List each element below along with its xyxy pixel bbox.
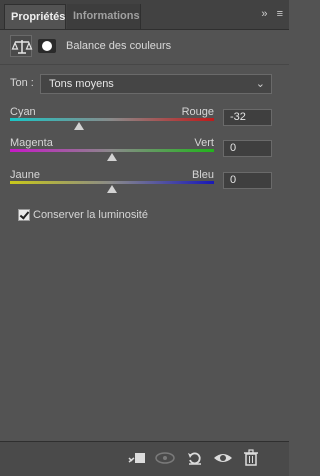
slider-left-label: Magenta xyxy=(10,137,53,149)
properties-panel: Propriétés Informations » ≡ Balance des … xyxy=(0,0,289,476)
layer-mask-icon[interactable] xyxy=(38,39,56,53)
balance-scale-icon xyxy=(11,40,33,54)
bottom-toolbar xyxy=(0,441,289,476)
magenta-green-thumb[interactable] xyxy=(107,153,117,161)
reset-icon[interactable] xyxy=(184,448,206,468)
preserve-luminosity-checkbox[interactable] xyxy=(18,209,30,221)
trash-icon[interactable] xyxy=(240,448,262,468)
visibility-eye-icon[interactable] xyxy=(212,448,234,468)
chevron-down-icon: ⌄ xyxy=(255,78,265,90)
yellow-blue-value-input[interactable]: 0 xyxy=(223,172,272,189)
yellow-blue-thumb[interactable] xyxy=(107,185,117,193)
collapse-panel-button[interactable]: » xyxy=(261,8,267,20)
view-previous-state-icon[interactable] xyxy=(154,448,176,468)
slider-left-label: Cyan xyxy=(10,106,36,118)
yellow-blue-slider-block: Jaune Bleu 0 xyxy=(10,169,280,205)
tab-controls: » ≡ xyxy=(255,8,283,20)
tone-value: Tons moyens xyxy=(49,78,114,90)
magenta-green-value-input[interactable]: 0 xyxy=(223,140,272,157)
clip-to-layer-icon[interactable] xyxy=(126,448,148,468)
cyan-red-value-input[interactable]: -32 xyxy=(223,109,272,126)
slider-right-label: Vert xyxy=(194,137,214,149)
adjustment-header: Balance des couleurs xyxy=(0,30,289,65)
tone-row: Ton : Tons moyens ⌄ xyxy=(10,74,275,94)
slider-right-label: Rouge xyxy=(181,106,214,118)
tab-proprietes[interactable]: Propriétés xyxy=(4,4,66,29)
cyan-red-track[interactable] xyxy=(10,118,214,121)
preserve-luminosity-label: Conserver la luminosité xyxy=(33,209,148,221)
tab-informations[interactable]: Informations xyxy=(67,4,141,29)
tab-bar: Propriétés Informations » ≡ xyxy=(0,0,289,30)
magenta-green-slider-block: Magenta Vert 0 xyxy=(10,137,280,173)
yellow-blue-track[interactable] xyxy=(10,181,214,184)
magenta-green-track[interactable] xyxy=(10,149,214,152)
slider-left-label: Jaune xyxy=(10,169,40,181)
adjustment-title: Balance des couleurs xyxy=(66,40,172,52)
tone-select[interactable]: Tons moyens ⌄ xyxy=(40,74,272,94)
adjustment-type-button[interactable] xyxy=(10,35,33,57)
cyan-red-thumb[interactable] xyxy=(74,122,85,130)
slider-right-label: Bleu xyxy=(191,169,214,181)
panel-menu-icon[interactable]: ≡ xyxy=(277,8,283,20)
tone-label: Ton : xyxy=(10,77,34,89)
